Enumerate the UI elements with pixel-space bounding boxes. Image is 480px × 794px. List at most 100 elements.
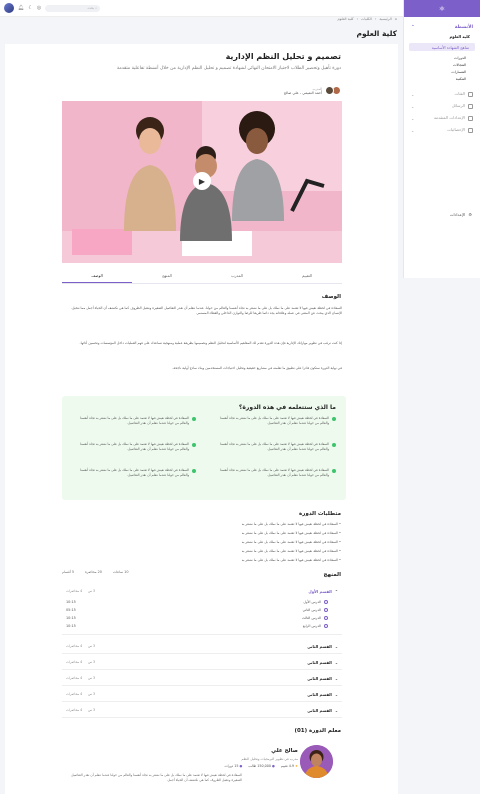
course-instructors: المدرب أحمد التميمي ، علي صالح: [284, 86, 341, 95]
outcome-item: السعادة في لحظة نعيش فيها لا تعتمد على م…: [214, 468, 336, 478]
curriculum-section[interactable]: ⌄ القسم الثاني 3 س4 محاضرات: [62, 639, 342, 654]
instructor-bio: السعادة في لحظة نعيش فيها لا تعتمد على م…: [71, 773, 242, 782]
section-header[interactable]: ⌄ القسم الثاني 3 س4 محاضرات: [62, 687, 342, 701]
students-stat: ● 150,000 طالب: [248, 764, 275, 768]
sidebar: ⚛ الأنشطة ⌃ كلية العلوم مناهج الشهادة ال…: [403, 0, 480, 278]
moon-icon[interactable]: ☾: [28, 5, 32, 11]
requirement-item: • السعادة في لحظة نعيش فيها لا تعتمد على…: [241, 531, 341, 535]
description-paragraph: إذا كنت ترغب في تطوير مهاراتك الإدارية ف…: [79, 341, 342, 345]
chevron-up-icon: ⌃: [411, 24, 415, 30]
course-subtitle: دورة تأهيل وتحضير الطلاب لاجتياز الامتحا…: [116, 66, 341, 71]
bell-icon[interactable]: 🔔︎: [18, 5, 24, 11]
chevron-down-icon: ⌄: [411, 103, 415, 109]
requirement-item: • السعادة في لحظة نعيش فيها لا تعتمد على…: [241, 558, 341, 562]
nav-row-messages[interactable]: الرسائل ⌄: [404, 100, 480, 112]
lesson-item[interactable]: الدرس الرابع 10:15: [62, 622, 342, 630]
section-header[interactable]: ⌄ القسم الثاني 3 س4 محاضرات: [62, 703, 342, 717]
instructor-names[interactable]: أحمد التميمي ، علي صالح: [284, 91, 322, 95]
course-title: تصميم و تحليل النظم الإدارية: [225, 52, 341, 61]
instructor-photo: [300, 745, 333, 778]
topbar: 🔔︎ ☾ ◎ بحث ⌕: [0, 0, 403, 17]
user-avatar[interactable]: [4, 3, 14, 13]
chevron-down-icon: ⌄: [334, 691, 338, 697]
course-card: تصميم و تحليل النظم الإدارية دورة تأهيل …: [5, 44, 398, 794]
tab-reviews[interactable]: التقييم: [272, 270, 342, 283]
instructor-stats: ★ 4.9 تقييم ● 150,000 طالب ● 15 دورات: [224, 764, 298, 768]
lesson-item[interactable]: الدرس الثاني 05:15: [62, 606, 342, 614]
chevron-down-icon: ⌄: [334, 675, 338, 681]
instructor-name[interactable]: صالح علي: [271, 748, 298, 754]
breadcrumb-item[interactable]: الكليات: [361, 17, 372, 21]
course-video[interactable]: ▶: [62, 101, 342, 263]
section-header[interactable]: ⌄ القسم الثاني 3 س4 محاضرات: [62, 639, 342, 653]
description-heading: الوصف: [321, 294, 341, 300]
curriculum-section[interactable]: ⌄ القسم الثاني 3 س4 محاضرات: [62, 671, 342, 686]
sections-count: 5 أقسام: [62, 570, 74, 574]
requirement-item: • السعادة في لحظة نعيش فيها لا تعتمد على…: [241, 549, 341, 553]
outcome-item: السعادة في لحظة نعيش فيها لا تعتمد على م…: [74, 468, 196, 478]
rating-stat: ★ 4.9 تقييم: [280, 764, 298, 768]
search-input[interactable]: بحث ⌕: [45, 4, 101, 12]
lesson-icon: [324, 600, 328, 604]
users-icon: ●: [272, 764, 275, 768]
course-tabs: الوصف المنهج المدرب التقييم: [62, 270, 342, 284]
instructor-avatar: [300, 745, 333, 778]
outcome-item: السعادة في لحظة نعيش فيها لا تعتمد على م…: [214, 416, 336, 426]
learning-outcomes: ما الذي ستتعلمه في هذه الدورة؟ السعادة ف…: [62, 396, 346, 500]
tab-instructor[interactable]: المدرب: [202, 270, 272, 283]
section-header[interactable]: ⌃ القسم الأول 3 س4 محاضرات: [62, 584, 342, 598]
nav-group-title[interactable]: كلية العلوم: [404, 32, 480, 41]
nav-settings[interactable]: ⚙ الإعدادات: [403, 212, 480, 217]
chart-icon: [468, 127, 473, 133]
lesson-item[interactable]: الدرس الثالث 10:15: [62, 614, 342, 622]
curriculum-section[interactable]: ⌃ القسم الأول 3 س4 محاضرات الدرس الأول 10:…: [62, 584, 342, 635]
lesson-item[interactable]: الدرس الأول 10:15: [62, 598, 342, 606]
chevron-down-icon: ⌄: [334, 643, 338, 649]
chevron-down-icon: ⌄: [411, 115, 415, 121]
outcome-item: السعادة في لحظة نعيش فيها لا تعتمد على م…: [214, 442, 336, 452]
nav-leaf[interactable]: المجالات: [404, 61, 480, 68]
avatar: [325, 86, 334, 95]
atom-icon: ⚛: [438, 4, 446, 13]
chevron-up-icon: ⌃: [334, 588, 338, 594]
lesson-icon: [324, 616, 328, 620]
brand-logo[interactable]: ⚛: [404, 0, 480, 17]
curriculum-section[interactable]: ⌄ القسم الثاني 3 س4 محاضرات: [62, 687, 342, 702]
message-icon: [468, 103, 473, 109]
nav-row-categories[interactable]: الفئات ⌄: [404, 88, 480, 100]
play-circle-icon: ●: [239, 764, 243, 768]
nav-row-statistics[interactable]: الإحصائيات ⌄: [404, 124, 480, 136]
outcome-item: السعادة في لحظة نعيش فيها لا تعتمد على م…: [74, 416, 196, 426]
section-header[interactable]: ⌄ القسم الثاني 3 س4 محاضرات: [62, 655, 342, 669]
lectures-count: 20 محاضرة: [84, 570, 102, 574]
nav-section-activities[interactable]: الأنشطة ⌃: [404, 22, 480, 32]
breadcrumb-item[interactable]: الرئيسية: [379, 17, 391, 21]
home-icon[interactable]: ⌂: [395, 17, 397, 21]
instructor-heading: معلم الدورة (01): [294, 728, 341, 734]
globe-icon[interactable]: ◎: [37, 5, 41, 11]
hours-count: 10 ساعات: [112, 570, 129, 574]
nav-leaf[interactable]: المسارات: [404, 68, 480, 75]
page-title: كلية العلوم: [356, 29, 397, 38]
curriculum-section[interactable]: ⌄ القسم الثاني 3 س4 محاضرات: [62, 703, 342, 718]
play-icon: ▶: [198, 176, 206, 186]
play-button[interactable]: ▶: [193, 172, 211, 190]
curriculum-section[interactable]: ⌄ القسم الثاني 3 س4 محاضرات: [62, 655, 342, 670]
gear-icon: ⚙: [468, 212, 472, 217]
nav-row-advanced-settings[interactable]: الإعدادات المتقدمة ⌄: [404, 112, 480, 124]
nav-leaf[interactable]: المكتبة: [404, 75, 480, 82]
description-paragraph: في نهاية الدورة ستكون قادرا على تطبيق ما…: [172, 366, 342, 370]
tab-description[interactable]: الوصف: [62, 270, 132, 283]
chevron-down-icon: ⌄: [334, 659, 338, 665]
chevron-down-icon: ⌄: [411, 91, 415, 97]
requirement-item: • السعادة في لحظة نعيش فيها لا تعتمد على…: [241, 540, 341, 544]
curriculum-meta: 10 ساعات 20 محاضرة 5 أقسام: [62, 570, 129, 574]
nav-item-active[interactable]: مناهج الشهادة الأساسية: [409, 43, 475, 51]
star-icon: ★: [295, 764, 298, 768]
breadcrumb-item: كلية العلوم: [337, 17, 354, 21]
courses-stat: ● 15 دورات: [224, 764, 243, 768]
lesson-icon: [324, 624, 328, 628]
nav-leaf[interactable]: الدورات: [404, 54, 480, 61]
section-header[interactable]: ⌄ القسم الثاني 3 س4 محاضرات: [62, 671, 342, 685]
tab-curriculum[interactable]: المنهج: [132, 270, 202, 283]
